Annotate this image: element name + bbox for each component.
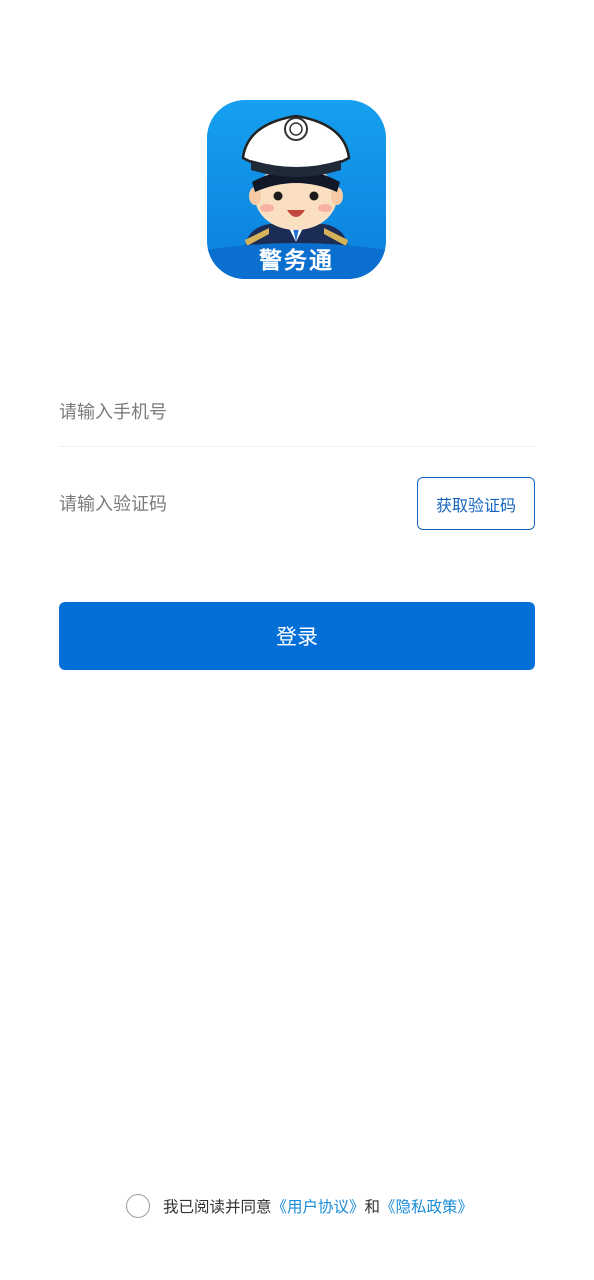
user-agreement-link[interactable]: 《用户协议》 — [272, 1195, 365, 1217]
verification-code-field: 获取验证码 — [59, 476, 535, 532]
privacy-policy-link[interactable]: 《隐私政策》 — [380, 1195, 473, 1217]
get-code-button[interactable]: 获取验证码 — [417, 477, 535, 530]
agree-checkbox[interactable] — [126, 1193, 150, 1218]
phone-input[interactable] — [59, 378, 535, 446]
verification-code-input[interactable] — [59, 476, 399, 532]
agreement-prefix: 我已阅读并同意 — [163, 1197, 272, 1216]
agreement-row: 我已阅读并同意 《用户协议》 和 《隐私政策》 — [126, 1192, 473, 1219]
logo-text: 警务通 — [259, 248, 334, 274]
login-button[interactable]: 登录 — [59, 602, 535, 670]
agreement-conjunction: 和 — [364, 1197, 381, 1216]
app-logo: 警务通 — [207, 100, 386, 279]
phone-field — [59, 378, 535, 447]
